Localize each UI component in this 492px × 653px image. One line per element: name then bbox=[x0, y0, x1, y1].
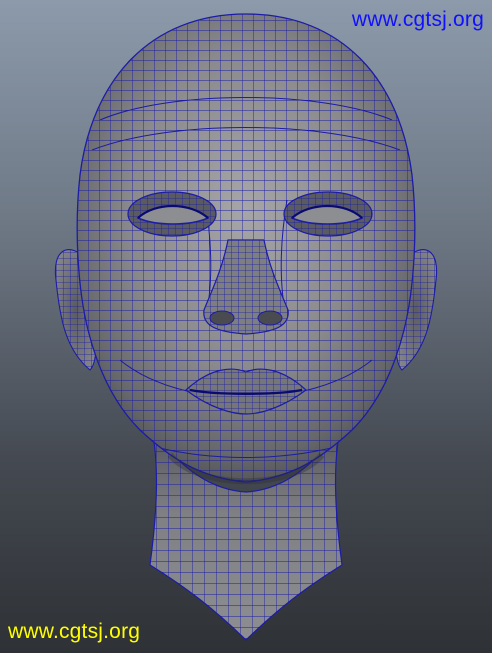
3d-viewport[interactable]: www.cgtsj.org www.cgtsj.org bbox=[0, 0, 492, 653]
head-wireframe-model bbox=[54, 13, 438, 641]
left-eye-mesh bbox=[127, 191, 217, 237]
watermark-bottom: www.cgtsj.org bbox=[8, 620, 141, 643]
watermark-top: www.cgtsj.org bbox=[351, 8, 484, 31]
right-eye-mesh bbox=[283, 191, 373, 237]
